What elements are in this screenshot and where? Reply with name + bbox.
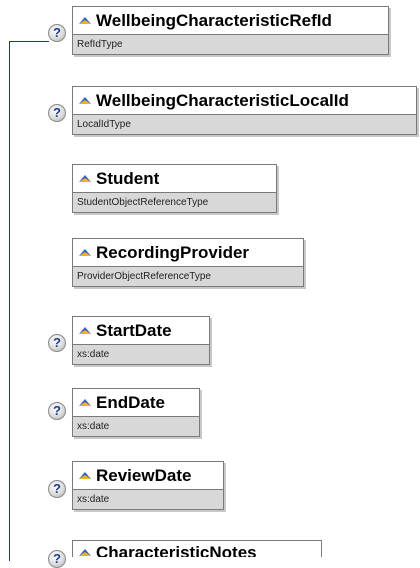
element-name-row: Student xyxy=(73,165,276,192)
element-icon xyxy=(79,175,91,182)
element-name: EndDate xyxy=(96,393,165,412)
element-type: StudentObjectReferenceType xyxy=(73,192,276,212)
optional-marker-icon: ? xyxy=(48,402,66,420)
element-type: RefIdType xyxy=(73,34,388,54)
sequence-connector-line xyxy=(9,41,10,561)
element-name: WellbeingCharacteristicRefId xyxy=(96,11,332,30)
element-name-row: ReviewDate xyxy=(73,462,223,489)
schema-element-localid[interactable]: WellbeingCharacteristicLocalId LocalIdTy… xyxy=(72,86,417,135)
element-icon xyxy=(79,327,91,334)
optional-marker-icon: ? xyxy=(48,480,66,498)
element-icon xyxy=(79,17,91,24)
schema-element-student[interactable]: Student StudentObjectReferenceType xyxy=(72,164,277,213)
schema-element-reviewdate[interactable]: ReviewDate xs:date xyxy=(72,461,224,510)
schema-element-startdate[interactable]: StartDate xs:date xyxy=(72,316,210,365)
schema-element-refid[interactable]: WellbeingCharacteristicRefId RefIdType xyxy=(72,6,389,55)
element-name-row: WellbeingCharacteristicRefId xyxy=(73,7,388,34)
optional-marker-icon: ? xyxy=(48,24,66,42)
element-name-row: StartDate xyxy=(73,317,209,344)
optional-marker-icon: ? xyxy=(48,550,66,568)
element-name: StartDate xyxy=(96,321,172,340)
schema-element-enddate[interactable]: EndDate xs:date xyxy=(72,388,200,437)
optional-marker-icon: ? xyxy=(48,104,66,122)
element-name: CharacteristicNotes xyxy=(96,543,257,557)
element-icon xyxy=(79,472,91,479)
element-icon xyxy=(79,549,91,556)
element-icon xyxy=(79,97,91,104)
element-type: xs:date xyxy=(73,344,209,364)
element-name-row: WellbeingCharacteristicLocalId xyxy=(73,87,416,114)
element-icon xyxy=(79,399,91,406)
element-name-row: CharacteristicNotes xyxy=(73,541,321,557)
element-icon xyxy=(79,249,91,256)
element-name: Student xyxy=(96,169,160,188)
element-type: xs:date xyxy=(73,489,223,509)
element-type: LocalIdType xyxy=(73,114,416,134)
element-name: WellbeingCharacteristicLocalId xyxy=(96,91,349,110)
optional-marker-icon: ? xyxy=(48,334,66,352)
element-name-row: EndDate xyxy=(73,389,199,416)
element-name-row: RecordingProvider xyxy=(73,239,303,266)
element-type: xs:date xyxy=(73,416,199,436)
element-name: RecordingProvider xyxy=(96,243,250,262)
schema-element-characteristicnotes[interactable]: CharacteristicNotes xyxy=(72,540,322,557)
element-name: ReviewDate xyxy=(96,466,192,485)
element-type: ProviderObjectReferenceType xyxy=(73,266,303,286)
schema-element-recordingprovider[interactable]: RecordingProvider ProviderObjectReferenc… xyxy=(72,238,304,287)
sequence-branch-line xyxy=(9,41,49,42)
